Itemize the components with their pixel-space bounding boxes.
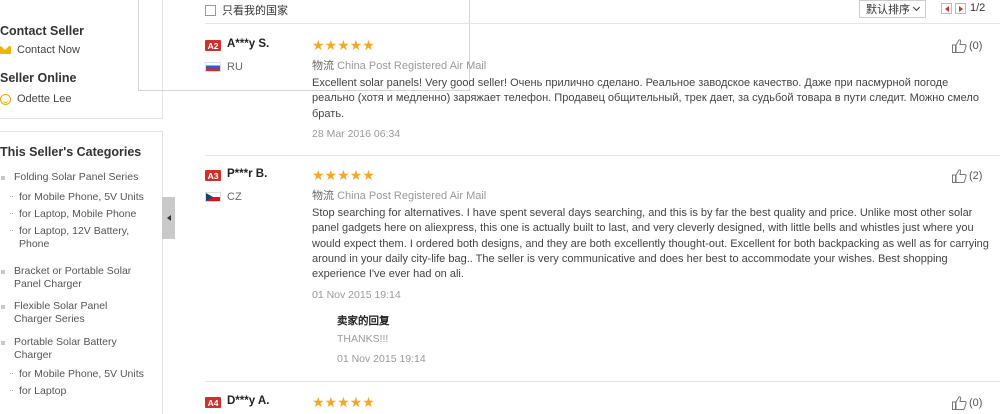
page-indicator: 1/2 bbox=[970, 2, 986, 14]
divider bbox=[205, 381, 1000, 382]
shipping-label: 物流 bbox=[312, 60, 334, 72]
category-item[interactable]: Bracket or Portable Solar Panel Charger bbox=[0, 265, 144, 291]
helpful-button[interactable]: (0) bbox=[952, 396, 982, 410]
buyer-level-badge: A2 bbox=[205, 40, 221, 51]
category-subitem[interactable]: for Laptop bbox=[9, 384, 149, 398]
helpful-count: (0) bbox=[969, 40, 983, 52]
sort-dropdown[interactable]: 默认排序 bbox=[859, 0, 926, 18]
my-country-filter[interactable]: 只看我的国家 bbox=[205, 2, 288, 18]
rating-stars: ★★★★★ bbox=[312, 394, 375, 410]
contact-seller-title: Contact Seller bbox=[0, 24, 85, 38]
shipping-value: China Post Registered Air Mail bbox=[337, 190, 487, 202]
divider bbox=[205, 155, 1000, 156]
buyer-name: P***r B. bbox=[227, 168, 268, 180]
review-text: Excellent solar panels! Very good seller… bbox=[312, 77, 979, 120]
helpful-count: (2) bbox=[969, 170, 983, 182]
my-country-checkbox[interactable] bbox=[205, 4, 216, 16]
buyer-country: RU bbox=[227, 61, 243, 73]
flag-ru-icon bbox=[205, 62, 221, 72]
category-subitem[interactable]: for Laptop, 12V Battery, Phone bbox=[9, 224, 149, 251]
mail-icon bbox=[0, 46, 11, 54]
review-date: 28 Mar 2016 06:34 bbox=[312, 128, 401, 140]
seller-reply-title: 卖家的回复 bbox=[337, 315, 390, 327]
shipping-label: 物流 bbox=[312, 190, 334, 202]
arrow-left-icon bbox=[944, 5, 949, 12]
buyer-level-badge: A4 bbox=[205, 397, 221, 408]
next-page-button[interactable] bbox=[955, 3, 966, 14]
seller-reply-text: THANKS!!! bbox=[337, 333, 389, 345]
my-country-label: 只看我的国家 bbox=[222, 5, 288, 17]
helpful-count: (0) bbox=[969, 397, 983, 409]
prev-page-button[interactable] bbox=[941, 3, 952, 14]
contact-now-label: Contact Now bbox=[17, 44, 80, 56]
thumbs-up-icon bbox=[952, 169, 967, 183]
overlay-frame-left bbox=[138, 0, 139, 90]
chevron-down-icon bbox=[912, 3, 921, 12]
sidebar-collapse-toggle[interactable] bbox=[162, 197, 175, 239]
buyer-name: D***y A. bbox=[227, 395, 270, 407]
shipping-value: China Post Registered Air Mail bbox=[337, 60, 487, 72]
sort-label: 默认排序 bbox=[866, 4, 910, 16]
category-item[interactable]: Flexible Solar Panel Charger Series bbox=[0, 300, 144, 326]
category-subitem[interactable]: for Laptop, Mobile Phone bbox=[9, 207, 149, 221]
divider bbox=[205, 23, 1000, 24]
thumbs-up-icon bbox=[952, 39, 967, 53]
shipping-method: 物流 China Post Registered Air Mail bbox=[312, 187, 486, 203]
seller-name: Odette Lee bbox=[17, 93, 72, 105]
category-item[interactable]: Portable Solar Battery Charger bbox=[0, 336, 144, 362]
seller-categories-box: This Seller's Categories Folding Solar P… bbox=[0, 131, 163, 414]
seller-reply-date: 01 Nov 2015 19:14 bbox=[337, 353, 426, 365]
helpful-button[interactable]: (0) bbox=[952, 39, 982, 53]
arrow-right-icon bbox=[958, 5, 963, 12]
category-subitem[interactable]: for Mobile Phone, 5V Units bbox=[9, 190, 149, 204]
review-date: 01 Nov 2015 19:14 bbox=[312, 289, 401, 301]
categories-title: This Seller's Categories bbox=[0, 145, 142, 159]
buyer-level-badge: A3 bbox=[205, 170, 221, 181]
buyer-country: CZ bbox=[227, 191, 242, 203]
rating-stars: ★★★★★ bbox=[312, 37, 375, 53]
helpful-button[interactable]: (2) bbox=[952, 169, 982, 183]
review-text: Stop searching for alternatives. I have … bbox=[312, 207, 989, 281]
seller-online-title: Seller Online bbox=[0, 71, 77, 85]
thumbs-up-icon bbox=[952, 396, 967, 410]
chevron-left-icon bbox=[166, 215, 171, 221]
flag-cz-icon bbox=[205, 192, 221, 202]
rating-stars: ★★★★★ bbox=[312, 167, 375, 183]
smiley-icon bbox=[0, 93, 11, 105]
seller-online-contact[interactable]: Odette Lee bbox=[0, 93, 71, 105]
shipping-method: 物流 China Post Registered Air Mail bbox=[312, 57, 486, 73]
buyer-name: A***y S. bbox=[227, 38, 270, 50]
category-subitem[interactable]: for Mobile Phone, 5V Units bbox=[9, 367, 149, 381]
contact-now-link[interactable]: Contact Now bbox=[0, 44, 80, 56]
category-item[interactable]: Folding Solar Panel Series bbox=[0, 171, 144, 184]
